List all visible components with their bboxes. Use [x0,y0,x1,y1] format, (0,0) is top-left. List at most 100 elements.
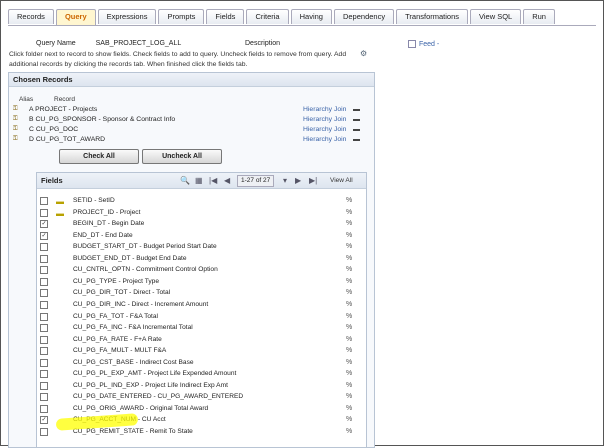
field-checkbox[interactable]: ✓ [40,220,48,229]
field-checkbox[interactable] [40,358,48,367]
field-label: CU_PG_ORIG_AWARD - Original Total Award [73,404,209,412]
field-checkbox[interactable] [40,393,48,402]
tab-expressions[interactable]: Expressions [97,9,157,24]
edit-criteria-icon[interactable]: % [346,380,352,391]
field-label: END_DT - End Date [73,231,133,239]
field-checkbox[interactable] [40,370,48,379]
field-checkbox[interactable]: ✓ [40,231,48,240]
field-row: CU_CNTRL_OPTN - Commitment Control Optio… [37,264,366,275]
field-label: CU_PG_DATE_ENTERED - CU_PG_AWARD_ENTERED [73,393,244,401]
field-checkbox[interactable]: ✓ [40,416,48,425]
field-row: CU_PG_FA_MULT - MULT F&A% [37,345,366,356]
hierarchy-join-link[interactable]: Hierarchy Join [303,115,346,124]
query-name-value: SAB_PROJECT_LOG_ALL [95,40,182,47]
field-row: CU_PG_DIR_TOT - Direct - Total% [37,287,366,298]
hierarchy-join-link[interactable]: Hierarchy Join [303,135,346,144]
edit-criteria-icon[interactable]: % [346,311,352,322]
edit-criteria-icon[interactable]: % [346,276,352,287]
edit-criteria-icon[interactable]: % [346,357,352,368]
field-checkbox[interactable] [40,404,48,413]
field-row: CU_PG_FA_TOT - F&A Total% [37,311,366,322]
feed-link[interactable]: Feed - [408,40,439,48]
page-dropdown-icon[interactable]: ▾ [283,173,287,188]
field-label: CU_PG_CST_BASE - Indirect Cost Base [73,358,194,366]
edit-criteria-icon[interactable]: % [346,426,352,437]
page-count: 1-27 of 27 [237,175,275,187]
edit-criteria-icon[interactable]: % [346,299,352,310]
fields-title: Fields [41,176,63,185]
check-all-button[interactable]: Check All [59,149,139,164]
edit-criteria-icon[interactable]: % [346,368,352,379]
view-all-link[interactable]: View All [330,173,353,188]
folder-icon[interactable]: ▬ [56,208,64,219]
fields-grid: Fields 🔍 ▦ |◀ ◀ 1-27 of 27 ▾ ▶ ▶| View A… [36,172,367,448]
field-checkbox[interactable] [40,300,48,309]
edit-criteria-icon[interactable]: % [346,334,352,345]
hierarchy-join-link[interactable]: Hierarchy Join [303,125,346,134]
field-checkbox[interactable] [40,428,48,436]
field-row: CU_PG_DIR_INC - Direct - Increment Amoun… [37,299,366,310]
edit-criteria-icon[interactable]: % [346,264,352,275]
hierarchy-join-link[interactable]: Hierarchy Join [303,105,346,114]
next-page-icon[interactable]: ▶ [295,173,301,188]
uncheck-all-button[interactable]: Uncheck All [142,149,222,164]
delete-record-icon[interactable] [353,139,360,141]
tab-prompts[interactable]: Prompts [158,9,205,24]
field-checkbox[interactable] [40,266,48,275]
folder-icon[interactable]: ▬ [56,196,64,207]
delete-record-icon[interactable] [353,129,360,131]
last-page-icon[interactable]: ▶| [309,173,317,188]
field-row: BUDGET_START_DT - Budget Period Start Da… [37,241,366,252]
field-checkbox[interactable] [40,312,48,321]
tab-view-sql[interactable]: View SQL [470,9,522,24]
edit-criteria-icon[interactable]: % [346,241,352,252]
field-checkbox[interactable] [40,208,48,217]
field-label: BUDGET_START_DT - Budget Period Start Da… [73,243,217,251]
record-header: Record [54,96,75,103]
record-label: CU_PG_SPONSOR - Sponsor & Contract Info [35,116,176,123]
tab-transformations[interactable]: Transformations [396,9,468,24]
personalize-grid-icon[interactable]: ▦ [195,173,203,188]
edit-criteria-icon[interactable]: % [346,414,352,425]
edit-criteria-icon[interactable]: % [346,253,352,264]
field-checkbox[interactable] [40,197,48,205]
edit-criteria-icon[interactable]: % [346,230,352,241]
field-label: CU_CNTRL_OPTN - Commitment Control Optio… [73,266,218,274]
record-label: CU_PG_DOC [35,126,79,133]
edit-criteria-icon[interactable]: % [346,403,352,414]
search-icon[interactable]: 🔍 [180,173,190,188]
edit-criteria-icon[interactable]: % [346,287,352,298]
field-checkbox[interactable] [40,277,48,286]
field-checkbox[interactable] [40,243,48,252]
edit-criteria-icon[interactable]: % [346,345,352,356]
field-checkbox[interactable] [40,347,48,356]
delete-record-icon[interactable] [353,109,360,111]
tab-query[interactable]: Query [55,9,96,25]
field-checkbox[interactable] [40,381,48,390]
tab-run[interactable]: Run [523,9,555,24]
field-checkbox[interactable] [40,324,48,333]
tab-having[interactable]: Having [290,9,332,24]
tab-criteria[interactable]: Criteria [246,9,289,24]
field-checkbox[interactable] [40,254,48,263]
delete-record-icon[interactable] [353,119,360,121]
tab-divider [8,25,596,26]
field-checkbox[interactable] [40,335,48,344]
tab-fields[interactable]: Fields [206,9,245,24]
field-checkbox[interactable] [40,289,48,298]
edit-criteria-icon[interactable]: % [346,195,352,206]
tab-dependency[interactable]: Dependency [333,9,395,24]
edit-criteria-icon[interactable]: % [346,207,352,218]
edit-criteria-icon[interactable]: % [346,218,352,229]
first-page-icon[interactable]: |◀ [209,173,217,188]
field-row: CU_PG_TYPE - Project Type% [37,276,366,287]
field-row: CU_PG_FA_RATE - F+A Rate% [37,334,366,345]
personalize-icon[interactable]: ⚙ [360,49,367,58]
previous-page-icon[interactable]: ◀ [224,173,230,188]
record-alias: D [29,136,34,143]
edit-criteria-icon[interactable]: % [346,322,352,333]
edit-criteria-icon[interactable]: % [346,391,352,402]
record-name: B CU_PG_SPONSOR - Sponsor & Contract Inf… [29,115,175,124]
field-row: CU_PG_PL_IND_EXP - Project Life Indirect… [37,380,366,391]
tab-records[interactable]: Records [8,9,54,24]
